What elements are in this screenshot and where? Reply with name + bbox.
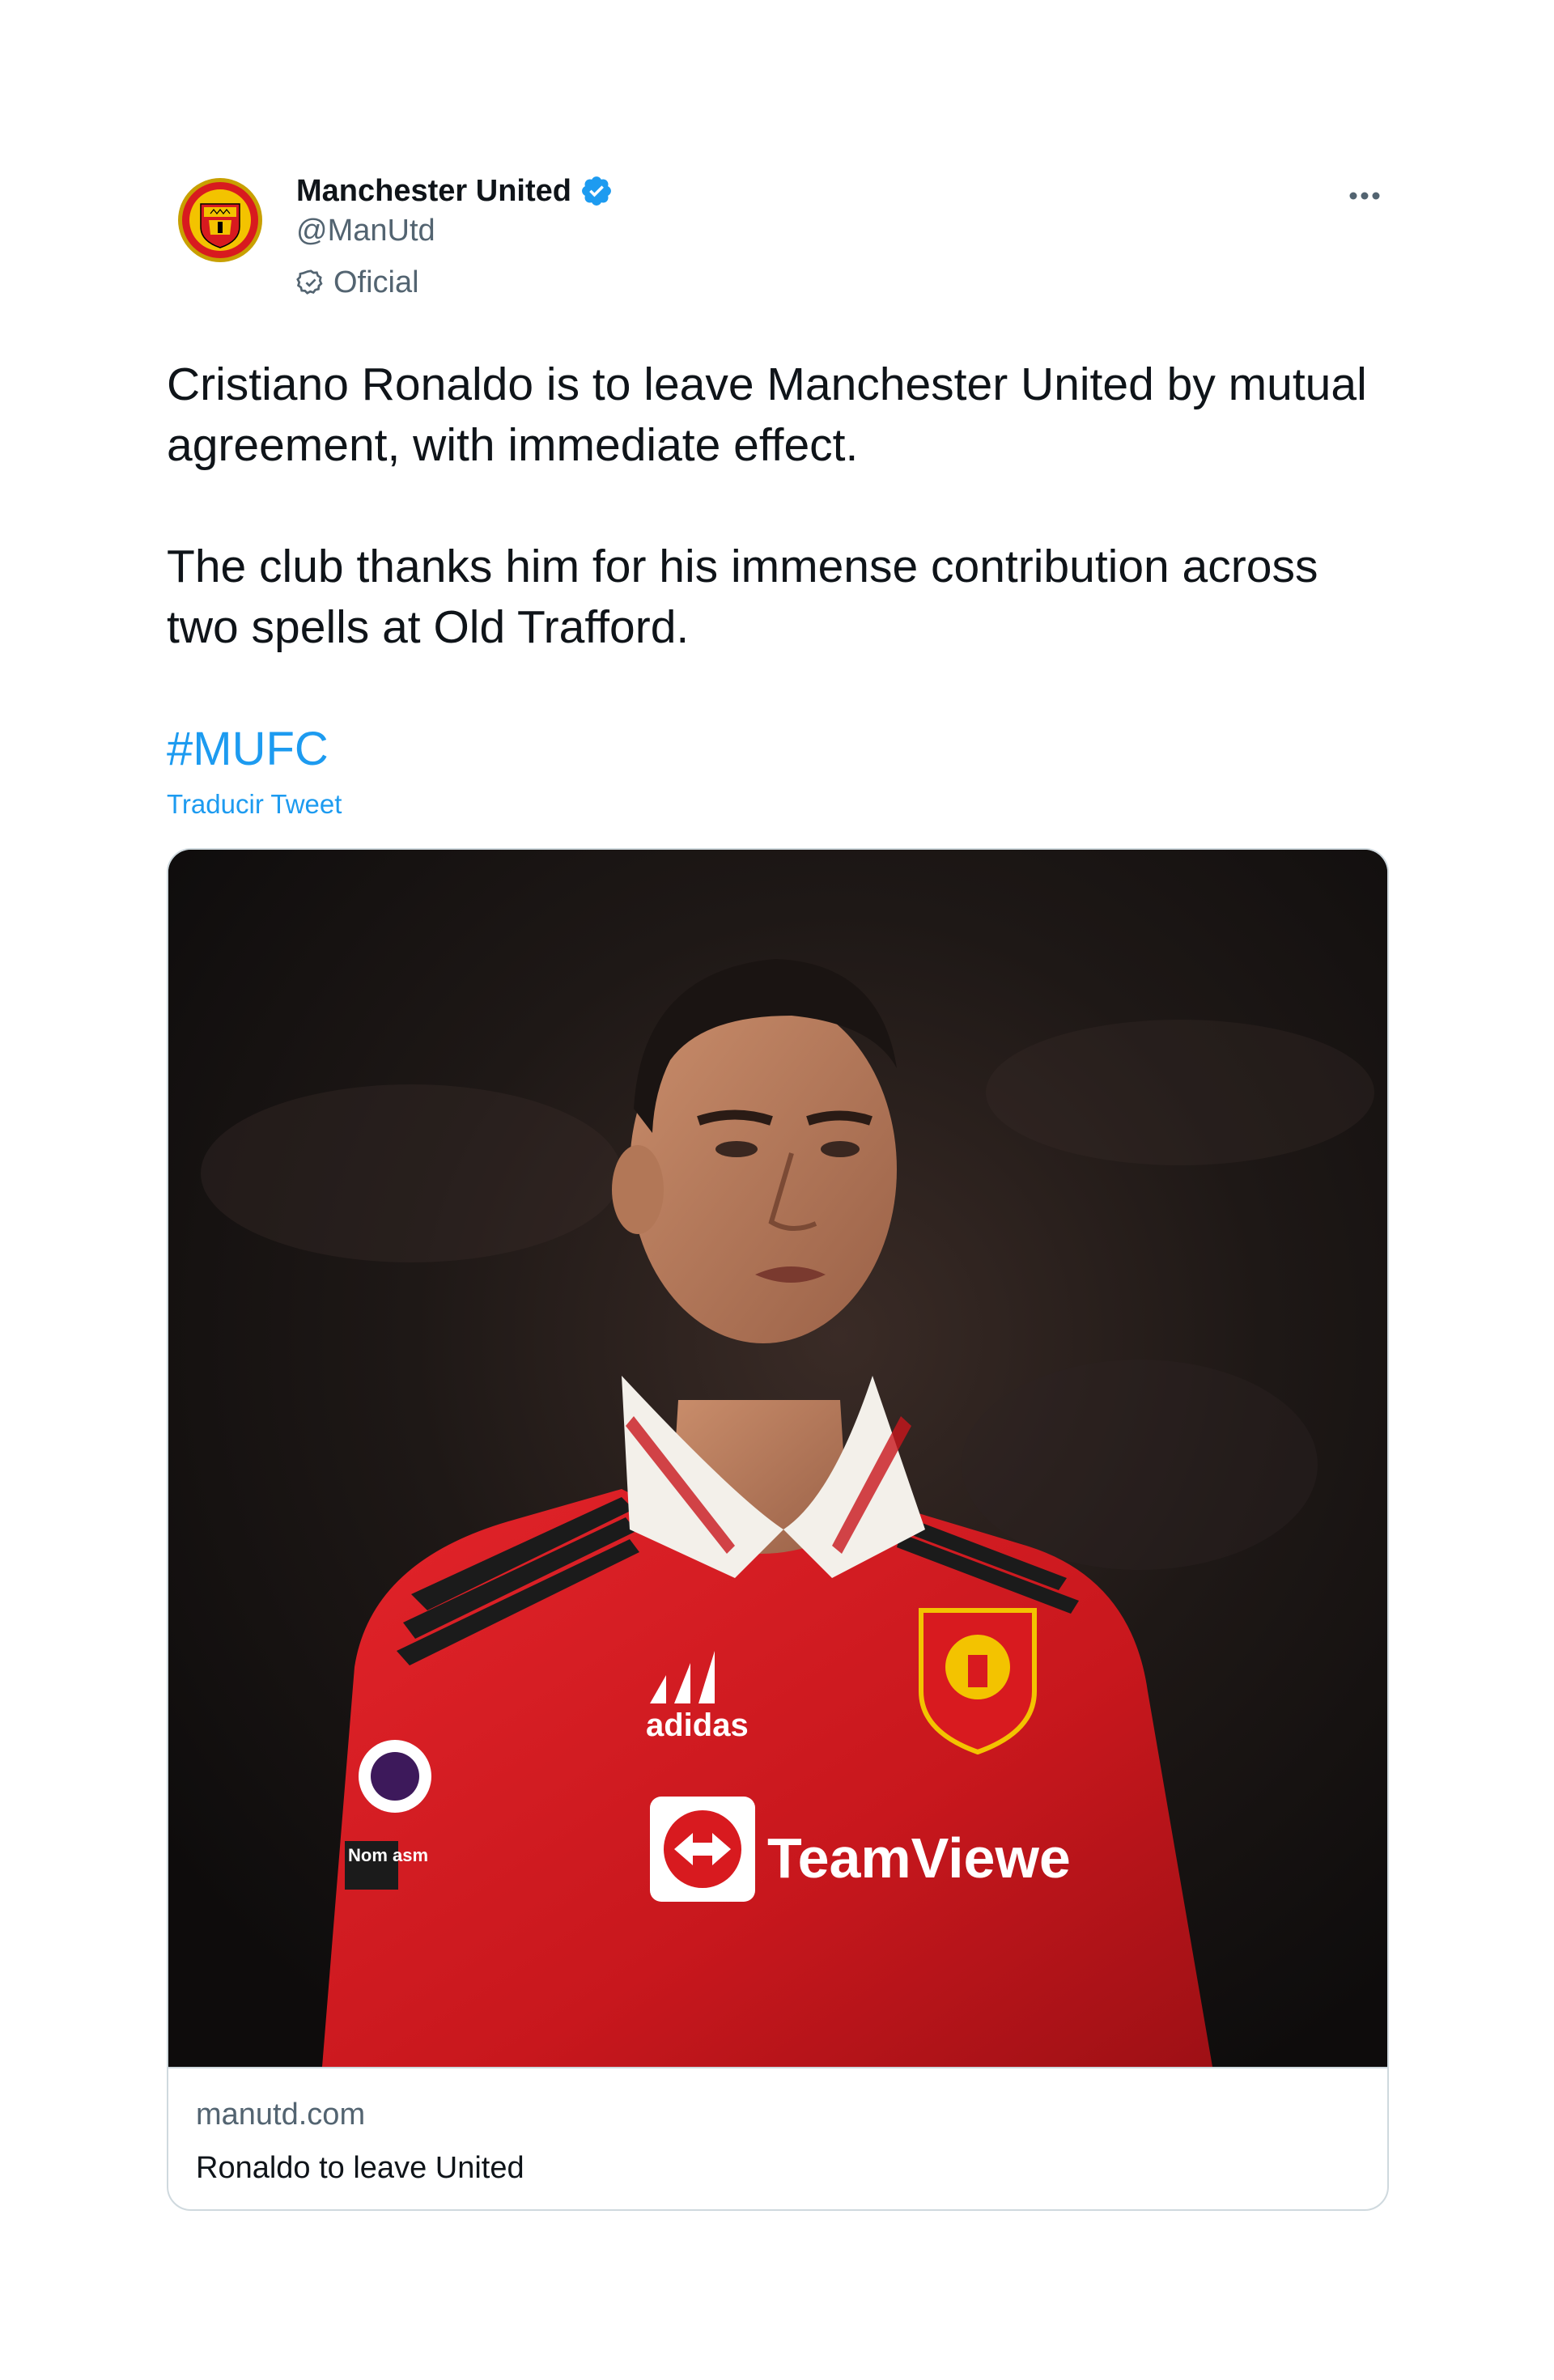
affiliation-label-row: Oficial [296,264,614,301]
player-photo: adidas TeamViewe Nom asm [168,850,1387,2067]
tweet-paragraph-1: Cristiano Ronaldo is to leave Manchester… [167,358,1367,471]
card-domain: manutd.com [196,2098,366,2132]
official-label: Oficial [333,265,419,299]
sponsor-text: TeamViewe [767,1826,1071,1890]
avatar[interactable] [176,176,264,264]
tweet-paragraph-2: The club thanks him for his immense cont… [167,541,1318,653]
link-card[interactable]: adidas TeamViewe Nom asm manutd.com Rona… [167,848,1389,2211]
more-options-button[interactable] [1340,178,1389,214]
tweet: Manchester United @ManUtd Oficial Cristi… [167,162,1389,2211]
display-name[interactable]: Manchester United [296,174,571,209]
card-meta: manutd.com Ronaldo to leave United [168,2067,1387,2209]
translate-tweet-link[interactable]: Traducir Tweet [167,789,1389,820]
verified-badge-icon [582,176,611,206]
display-name-row: Manchester United [296,172,614,210]
hashtag-link[interactable]: #MUFC [167,719,329,779]
more-options-icon [1349,192,1380,200]
manchester-united-crest-icon [178,178,262,262]
card-title: Ronaldo to leave United [196,2151,524,2185]
user-handle[interactable]: @ManUtd [296,214,614,252]
kit-brand-text: adidas [646,1708,749,1743]
sleeve-sponsor-text: Nom asm [348,1845,428,1865]
tweet-text: Cristiano Ronaldo is to leave Manchester… [167,354,1381,658]
card-image: adidas TeamViewe Nom asm [168,850,1387,2067]
official-check-icon [296,269,323,295]
tweet-header: Manchester United @ManUtd Oficial [167,162,1389,324]
user-info: Manchester United @ManUtd Oficial [296,172,614,301]
